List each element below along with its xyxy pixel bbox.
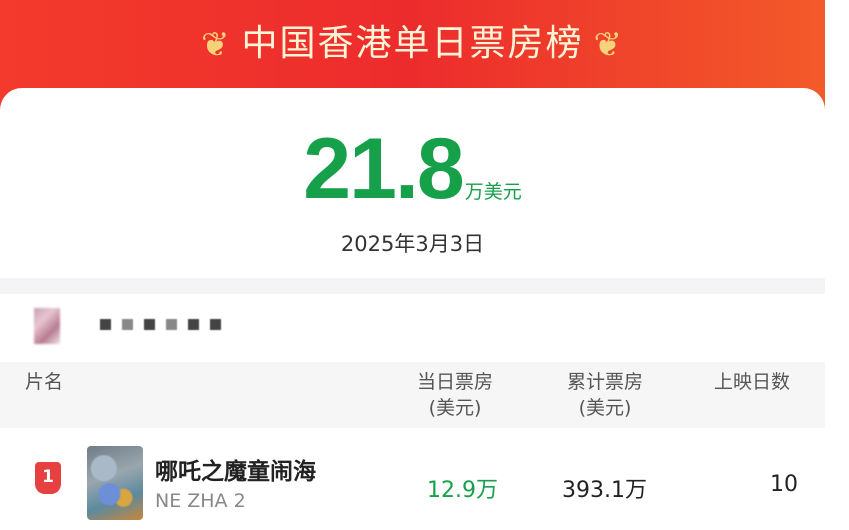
section-divider bbox=[0, 278, 825, 294]
total-box-office: 393.1万 bbox=[562, 478, 647, 503]
laurel-right-icon: ❦ bbox=[593, 25, 624, 65]
redacted-block bbox=[122, 319, 133, 330]
report-date: 2025年3月3日 bbox=[340, 232, 485, 256]
film-poster[interactable] bbox=[87, 446, 143, 520]
source-logo-icon bbox=[34, 308, 60, 344]
column-header-daily-unit: (美元) bbox=[428, 397, 482, 419]
redacted-block bbox=[188, 319, 199, 330]
daily-box-office: 12.9万 bbox=[427, 478, 498, 503]
column-header-days: 上映日数 bbox=[713, 371, 790, 393]
total-amount-unit: 万美元 bbox=[464, 181, 522, 203]
source-name-redacted bbox=[100, 319, 221, 330]
redacted-block bbox=[100, 319, 111, 330]
redacted-block bbox=[210, 319, 221, 330]
days-showing: 10 bbox=[770, 472, 798, 497]
film-title-en: NE ZHA 2 bbox=[155, 490, 246, 512]
rank-badge: 1 bbox=[35, 462, 61, 494]
column-header-film: 片名 bbox=[25, 371, 64, 393]
film-title-cn[interactable]: 哪吒之魔童闹海 bbox=[155, 452, 316, 486]
total-amount: 21.8 bbox=[303, 121, 464, 217]
table-header: 片名 当日票房 (美元) 累计票房 (美元) 上映日数 bbox=[0, 362, 825, 428]
redacted-block bbox=[144, 319, 155, 330]
laurel-left-icon: ❦ bbox=[200, 25, 232, 65]
box-office-total: 21.8 万美元 bbox=[0, 120, 825, 219]
page-title: 中国香港单日票房榜 bbox=[241, 23, 584, 64]
column-header-total-label: 累计票房 bbox=[566, 371, 643, 393]
column-header-total: 累计票房 (美元) bbox=[555, 369, 655, 421]
column-header-daily-label: 当日票房 bbox=[416, 371, 493, 393]
column-header-total-unit: (美元) bbox=[578, 397, 632, 419]
page-title-row: ❦ 中国香港单日票房榜 ❦ bbox=[0, 14, 825, 66]
column-header-daily: 当日票房 (美元) bbox=[405, 369, 505, 421]
redacted-block bbox=[166, 319, 177, 330]
